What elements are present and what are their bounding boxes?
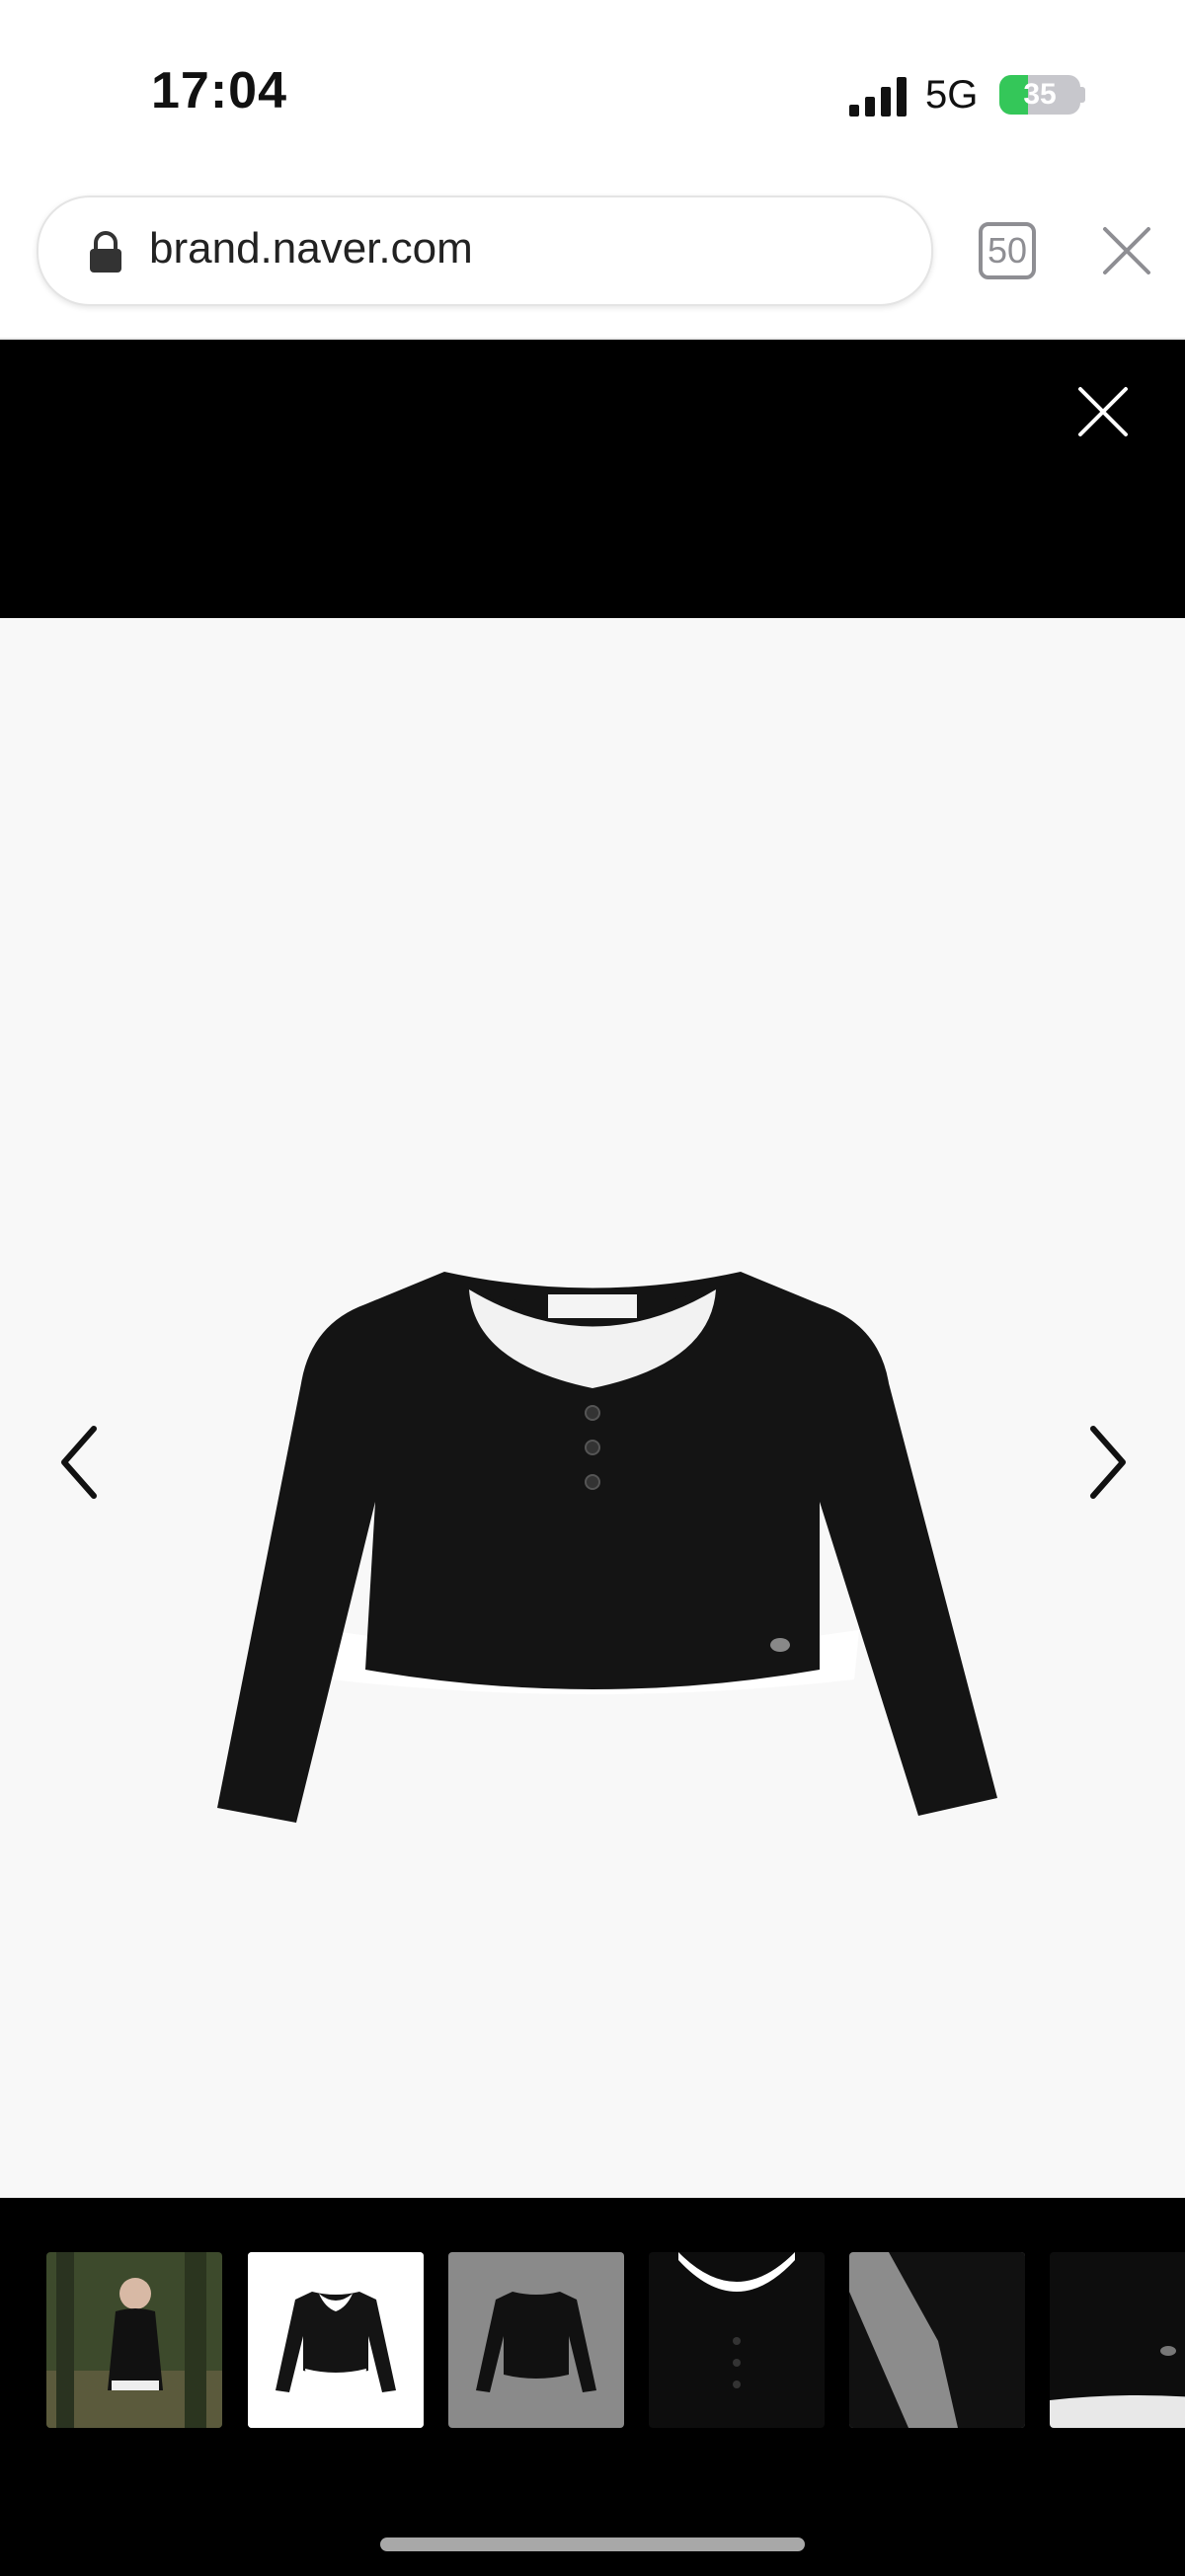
battery-cap [1080, 87, 1085, 103]
chevron-right-icon[interactable] [1083, 1423, 1133, 1502]
thumbnail-neckline-detail[interactable] [649, 2252, 825, 2428]
thumbnail-model-photo[interactable] [46, 2252, 222, 2428]
close-icon[interactable] [1101, 225, 1152, 276]
address-bar[interactable]: brand.naver.com [37, 195, 933, 306]
product-image-viewer[interactable] [0, 618, 1185, 2198]
url-text: brand.naver.com [149, 224, 473, 273]
viewer-header [0, 340, 1185, 618]
lock-icon [90, 231, 121, 273]
status-bar: 17:04 5G 35 [0, 0, 1185, 188]
network-type: 5G [925, 73, 979, 117]
home-indicator [380, 2537, 805, 2551]
thumbnail-strip[interactable] [0, 2198, 1185, 2576]
thumbnail-product-front[interactable] [248, 2252, 424, 2428]
status-time: 17:04 [151, 62, 287, 119]
thumbnail-side-detail[interactable] [849, 2252, 1025, 2428]
battery-percent: 35 [1023, 78, 1057, 111]
chevron-left-icon[interactable] [54, 1423, 104, 1502]
signal-icon [849, 77, 907, 117]
product-image [217, 1272, 997, 1823]
thumbnail-hem-detail[interactable] [1050, 2252, 1185, 2428]
battery-icon: 35 [999, 75, 1080, 115]
close-icon[interactable] [1076, 385, 1130, 438]
browser-toolbar: brand.naver.com 50 [0, 168, 1185, 340]
thumbnail-product-back[interactable] [448, 2252, 624, 2428]
tabs-button[interactable]: 50 [979, 222, 1036, 279]
